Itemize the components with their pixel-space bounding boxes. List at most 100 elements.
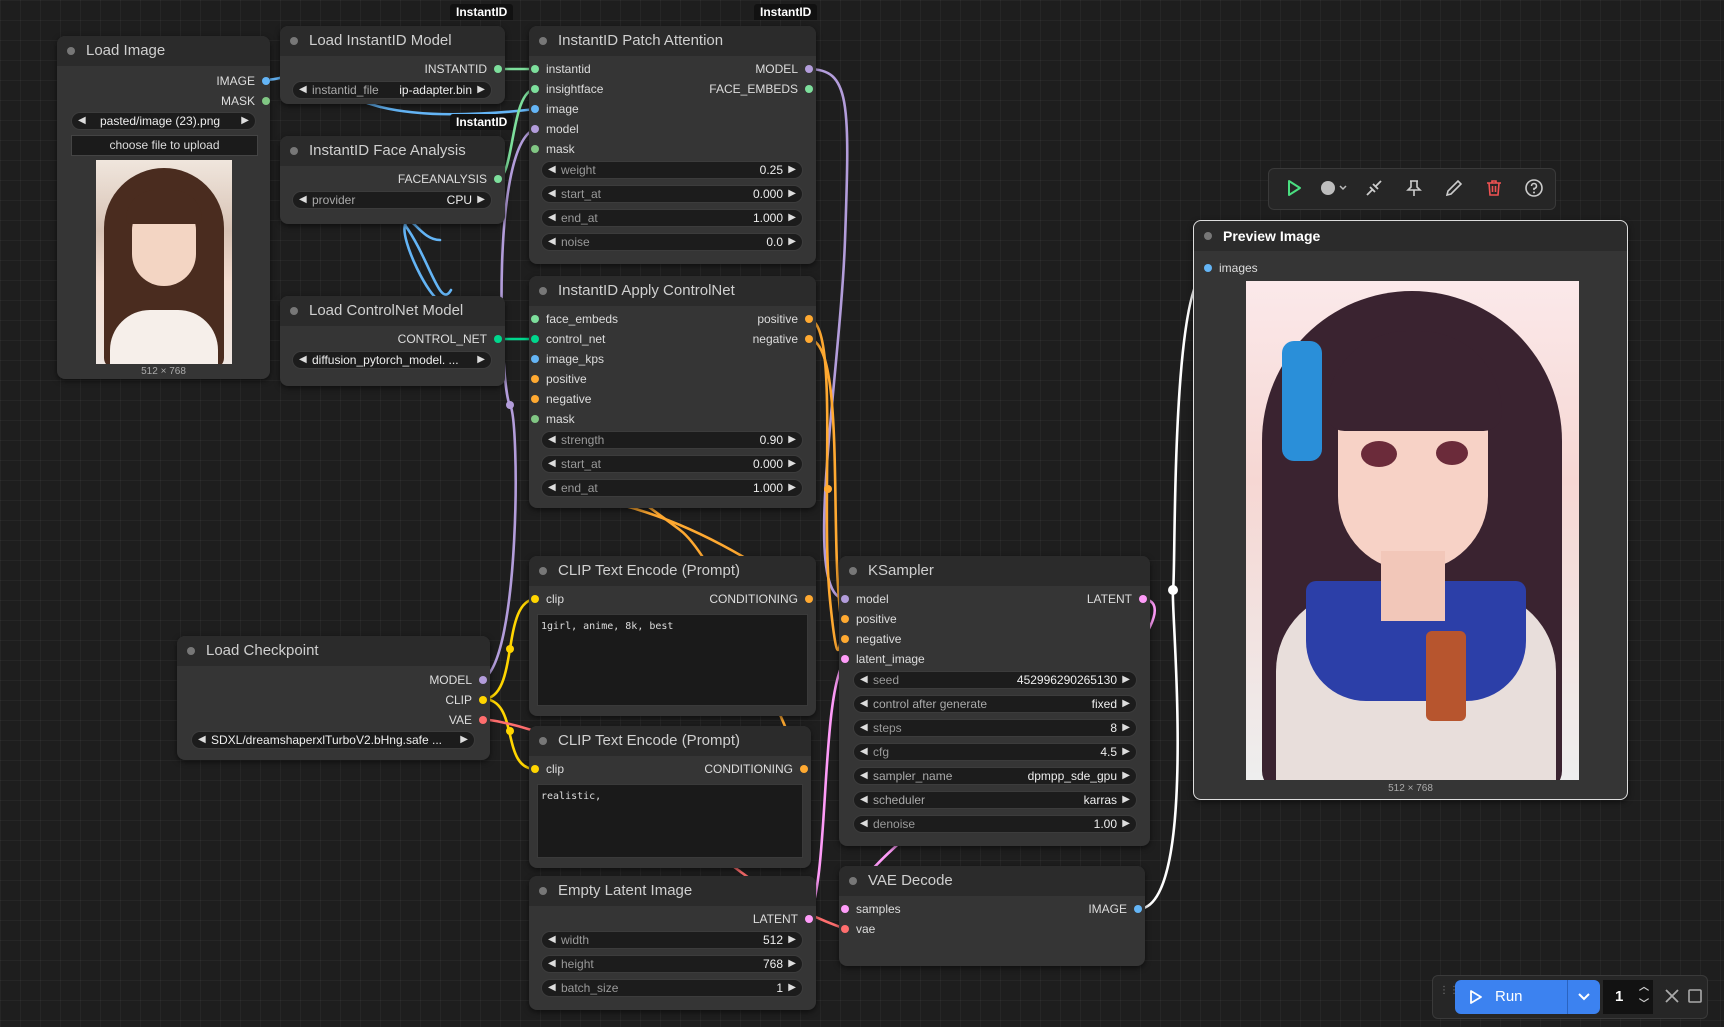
input-latent-image[interactable]: latent_image (841, 651, 925, 667)
node-apply-controlnet[interactable]: InstantID Apply ControlNet face_embeds c… (529, 276, 816, 508)
arrow-right-icon[interactable]: ▶ (460, 732, 468, 748)
strength-slider[interactable]: ◀ strength 0.90 ▶ (541, 431, 803, 449)
end-at-slider[interactable]: ◀ end_at 1.000 ▶ (541, 479, 803, 497)
denoise-slider[interactable]: ◀ denoise 1.00 ▶ (853, 815, 1137, 833)
prompt-textarea[interactable]: 1girl, anime, 8k, best (537, 614, 808, 706)
input-control-net[interactable]: control_net (530, 331, 605, 347)
arrow-left-icon[interactable]: ◀ (78, 113, 86, 129)
increment-icon[interactable]: ▶ (1122, 696, 1130, 712)
node-load-image[interactable]: Load Image IMAGE MASK ◀ pasted/image (23… (57, 36, 271, 379)
input-image-kps[interactable]: image_kps (530, 351, 604, 367)
input-image[interactable]: image (531, 101, 579, 117)
stop-icon[interactable] (1687, 987, 1703, 1005)
output-instantid[interactable]: INSTANTID (425, 61, 503, 77)
width-slider[interactable]: ◀ width 512 ▶ (541, 931, 803, 949)
increment-icon[interactable]: ▶ (788, 186, 796, 202)
input-face-embeds[interactable]: face_embeds (530, 311, 618, 327)
increment-icon[interactable]: ▶ (788, 480, 796, 496)
increment-icon[interactable]: ▶ (1122, 672, 1130, 688)
sampler-name-select[interactable]: ◀ sampler_name dpmpp_sde_gpu ▶ (853, 767, 1137, 785)
input-clip[interactable]: clip (530, 591, 564, 607)
node-clip-text-encode-positive[interactable]: CLIP Text Encode (Prompt) clip CONDITION… (529, 556, 816, 716)
increment-icon[interactable]: ▶ (788, 234, 796, 250)
help-icon[interactable] (1523, 178, 1545, 200)
arrow-left-icon[interactable]: ◀ (198, 732, 206, 748)
input-instantid[interactable]: instantid (531, 61, 591, 77)
decrement-icon[interactable]: ◀ (860, 816, 868, 832)
node-load-checkpoint[interactable]: Load Checkpoint MODEL CLIP VAE ◀ SDXL/dr… (177, 636, 490, 760)
node-load-instantid[interactable]: Load InstantID Model INSTANTID ◀ instant… (280, 26, 505, 104)
arrow-right-icon[interactable]: ▶ (477, 352, 485, 368)
node-vae-decode[interactable]: VAE Decode samples vae IMAGE (839, 866, 1145, 966)
increment-icon[interactable]: ▶ (788, 210, 796, 226)
end-at-slider[interactable]: ◀ end_at 1.000 ▶ (541, 209, 803, 227)
arrow-left-icon[interactable]: ◀ (299, 352, 307, 368)
controlnet-select[interactable]: ◀ diffusion_pytorch_model. ... ▶ (292, 351, 492, 369)
decrement-icon[interactable]: ◀ (548, 932, 556, 948)
stepper-down-icon[interactable]: ﹀ (1639, 988, 1649, 1022)
output-vae[interactable]: VAE (449, 712, 488, 728)
steps-slider[interactable]: ◀ steps 8 ▶ (853, 719, 1137, 737)
cancel-icon[interactable] (1663, 986, 1681, 1006)
height-slider[interactable]: ◀ height 768 ▶ (541, 955, 803, 973)
increment-icon[interactable]: ▶ (788, 456, 796, 472)
increment-icon[interactable]: ▶ (1122, 768, 1130, 784)
arrow-right-icon[interactable]: ▶ (241, 113, 249, 129)
node-load-controlnet[interactable]: Load ControlNet Model CONTROL_NET ◀ diff… (280, 296, 505, 386)
color-circle-icon[interactable] (1319, 178, 1351, 200)
input-positive[interactable]: positive (841, 611, 897, 627)
input-images[interactable]: images (1204, 260, 1258, 276)
decrement-icon[interactable]: ◀ (860, 768, 868, 784)
increment-icon[interactable]: ▶ (1122, 720, 1130, 736)
input-mask[interactable]: mask (531, 411, 575, 427)
edit-icon[interactable] (1443, 178, 1465, 200)
input-model[interactable]: model (841, 591, 889, 607)
weight-slider[interactable]: ◀ weight 0.25 ▶ (541, 161, 803, 179)
seed-input[interactable]: ◀ seed 452996290265130 ▶ (853, 671, 1137, 689)
decrement-icon[interactable]: ◀ (548, 162, 556, 178)
decrement-icon[interactable]: ◀ (548, 432, 556, 448)
input-positive[interactable]: positive (531, 371, 587, 387)
increment-icon[interactable]: ▶ (788, 162, 796, 178)
input-negative[interactable]: negative (530, 391, 591, 407)
decrement-icon[interactable]: ◀ (860, 744, 868, 760)
decrement-icon[interactable]: ◀ (860, 720, 868, 736)
output-mask[interactable]: MASK (221, 93, 271, 109)
arrow-left-icon[interactable]: ◀ (299, 192, 307, 208)
checkpoint-select[interactable]: ◀ SDXL/dreamshaperxlTurboV2.bHng.safe ..… (191, 731, 475, 749)
output-conditioning[interactable]: CONDITIONING (709, 591, 813, 607)
increment-icon[interactable]: ▶ (1122, 792, 1130, 808)
decrement-icon[interactable]: ◀ (548, 456, 556, 472)
output-image[interactable]: IMAGE (1088, 901, 1142, 917)
output-model[interactable]: MODEL (755, 61, 813, 77)
provider-select[interactable]: ◀ provider CPU ▶ (292, 191, 492, 209)
start-at-slider[interactable]: ◀ start_at 0.000 ▶ (541, 455, 803, 473)
batch-size-slider[interactable]: ◀ batch_size 1 ▶ (541, 979, 803, 997)
bypass-icon[interactable] (1363, 178, 1385, 200)
decrement-icon[interactable]: ◀ (548, 210, 556, 226)
input-vae[interactable]: vae (840, 921, 875, 937)
increment-icon[interactable]: ▶ (788, 932, 796, 948)
decrement-icon[interactable]: ◀ (860, 792, 868, 808)
output-face-embeds[interactable]: FACE_EMBEDS (709, 81, 813, 97)
decrement-icon[interactable]: ◀ (860, 696, 868, 712)
decrement-icon[interactable]: ◀ (860, 672, 868, 688)
increment-icon[interactable]: ▶ (788, 956, 796, 972)
node-preview-image[interactable]: Preview Image images 512 × 768 (1193, 220, 1628, 800)
decrement-icon[interactable]: ◀ (548, 480, 556, 496)
input-samples[interactable]: samples (841, 901, 901, 917)
decrement-icon[interactable]: ◀ (548, 980, 556, 996)
output-conditioning[interactable]: CONDITIONING (704, 761, 808, 777)
output-faceanalysis[interactable]: FACEANALYSIS (398, 171, 503, 187)
output-latent[interactable]: LATENT (753, 911, 814, 927)
increment-icon[interactable]: ▶ (1122, 816, 1130, 832)
control-after-generate-select[interactable]: ◀ control after generate fixed ▶ (853, 695, 1137, 713)
trash-icon[interactable] (1483, 178, 1505, 200)
input-insightface[interactable]: insightface (530, 81, 603, 97)
run-button[interactable]: Run (1455, 980, 1567, 1014)
input-clip[interactable]: clip (530, 761, 564, 777)
instantid-file-select[interactable]: ◀ instantid_file ip-adapter.bin ▶ (292, 81, 492, 99)
noise-slider[interactable]: ◀ noise 0.0 ▶ (541, 233, 803, 251)
image-select[interactable]: ◀ pasted/image (23).png ▶ (71, 112, 256, 130)
decrement-icon[interactable]: ◀ (548, 234, 556, 250)
